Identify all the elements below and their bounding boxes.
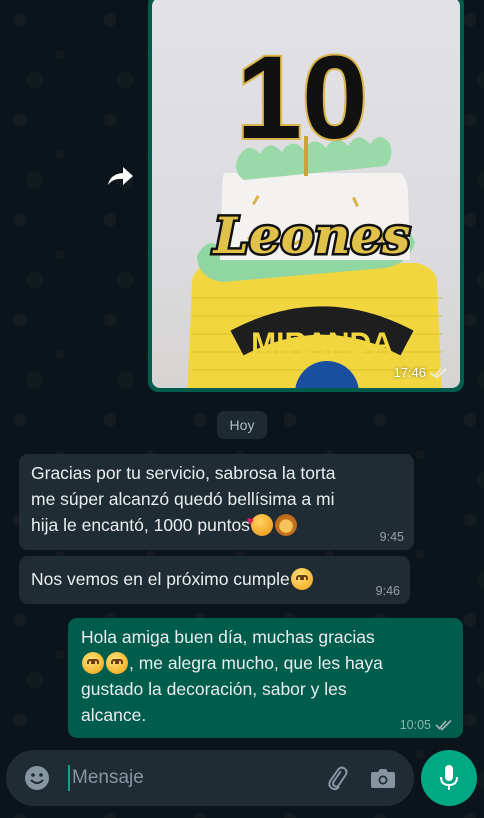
microphone-icon <box>440 765 458 790</box>
outgoing-message[interactable]: Hola amiga buen día, muchas gracias , me… <box>68 618 463 738</box>
smiley-icon <box>25 766 49 790</box>
message-line-text: , me alegra mucho, que les haya <box>129 653 383 673</box>
camera-icon <box>371 769 395 788</box>
cake-illustration: MIRANDA Leones 10 <box>187 30 442 388</box>
incoming-message[interactable]: Nos vemos en el próximo cumple 9:46 <box>19 556 410 604</box>
attach-button[interactable] <box>320 761 354 795</box>
message-line: me súper alcanzó quedó bellísima a mi <box>31 489 335 509</box>
message-composer <box>6 750 414 806</box>
image-message-time: 17:46 <box>393 365 426 380</box>
cake-photo[interactable]: MIRANDA Leones 10 17:46 <box>152 0 460 388</box>
message-line: Gracias por tu servicio, sabrosa la tort… <box>31 463 336 483</box>
svg-text:MIRANDA: MIRANDA <box>251 327 393 360</box>
message-meta: 10:05 <box>400 718 453 732</box>
message-line: hija le encantó, 1000 puntos <box>31 508 400 538</box>
message-line: Hola amiga buen día, muchas gracias <box>81 627 375 647</box>
message-line: , me alegra mucho, que les haya <box>81 650 451 676</box>
image-message-meta: 17:46 <box>393 365 448 380</box>
message-line-text: hija le encantó, 1000 puntos <box>31 515 250 535</box>
message-meta: 9:46 <box>376 584 400 598</box>
emoji-button[interactable] <box>20 761 54 795</box>
text-cursor <box>68 765 70 791</box>
smiling-face-with-hearts-icon <box>247 508 273 536</box>
lion-face-icon <box>274 514 297 536</box>
message-line: gustado la decoración, sabor y les <box>81 679 347 699</box>
message-meta: 9:45 <box>380 530 404 544</box>
forward-icon <box>108 167 133 185</box>
incoming-message[interactable]: Gracias por tu servicio, sabrosa la tort… <box>19 454 414 550</box>
hugging-face-icon <box>106 652 128 674</box>
svg-text:10: 10 <box>236 32 367 164</box>
microphone-button[interactable] <box>421 750 477 806</box>
message-input[interactable] <box>72 767 320 789</box>
double-check-icon <box>435 719 452 731</box>
paperclip-icon <box>328 766 348 791</box>
message-line-text: Nos vemos en el próximo cumple <box>31 569 290 589</box>
double-check-icon <box>430 367 447 379</box>
message-line: Nos vemos en el próximo cumple <box>31 566 396 592</box>
message-time: 10:05 <box>399 718 431 732</box>
message-time: 9:46 <box>375 584 400 598</box>
hugging-face-icon <box>82 652 104 674</box>
camera-button[interactable] <box>366 761 400 795</box>
hugging-face-icon <box>290 568 313 590</box>
message-time: 9:45 <box>379 530 404 544</box>
svg-text:Leones: Leones <box>212 206 411 265</box>
forward-button[interactable] <box>104 162 136 190</box>
image-message[interactable]: MIRANDA Leones 10 17:46 <box>148 0 464 392</box>
message-line: alcance. <box>81 705 147 725</box>
date-divider: Hoy <box>217 411 267 439</box>
